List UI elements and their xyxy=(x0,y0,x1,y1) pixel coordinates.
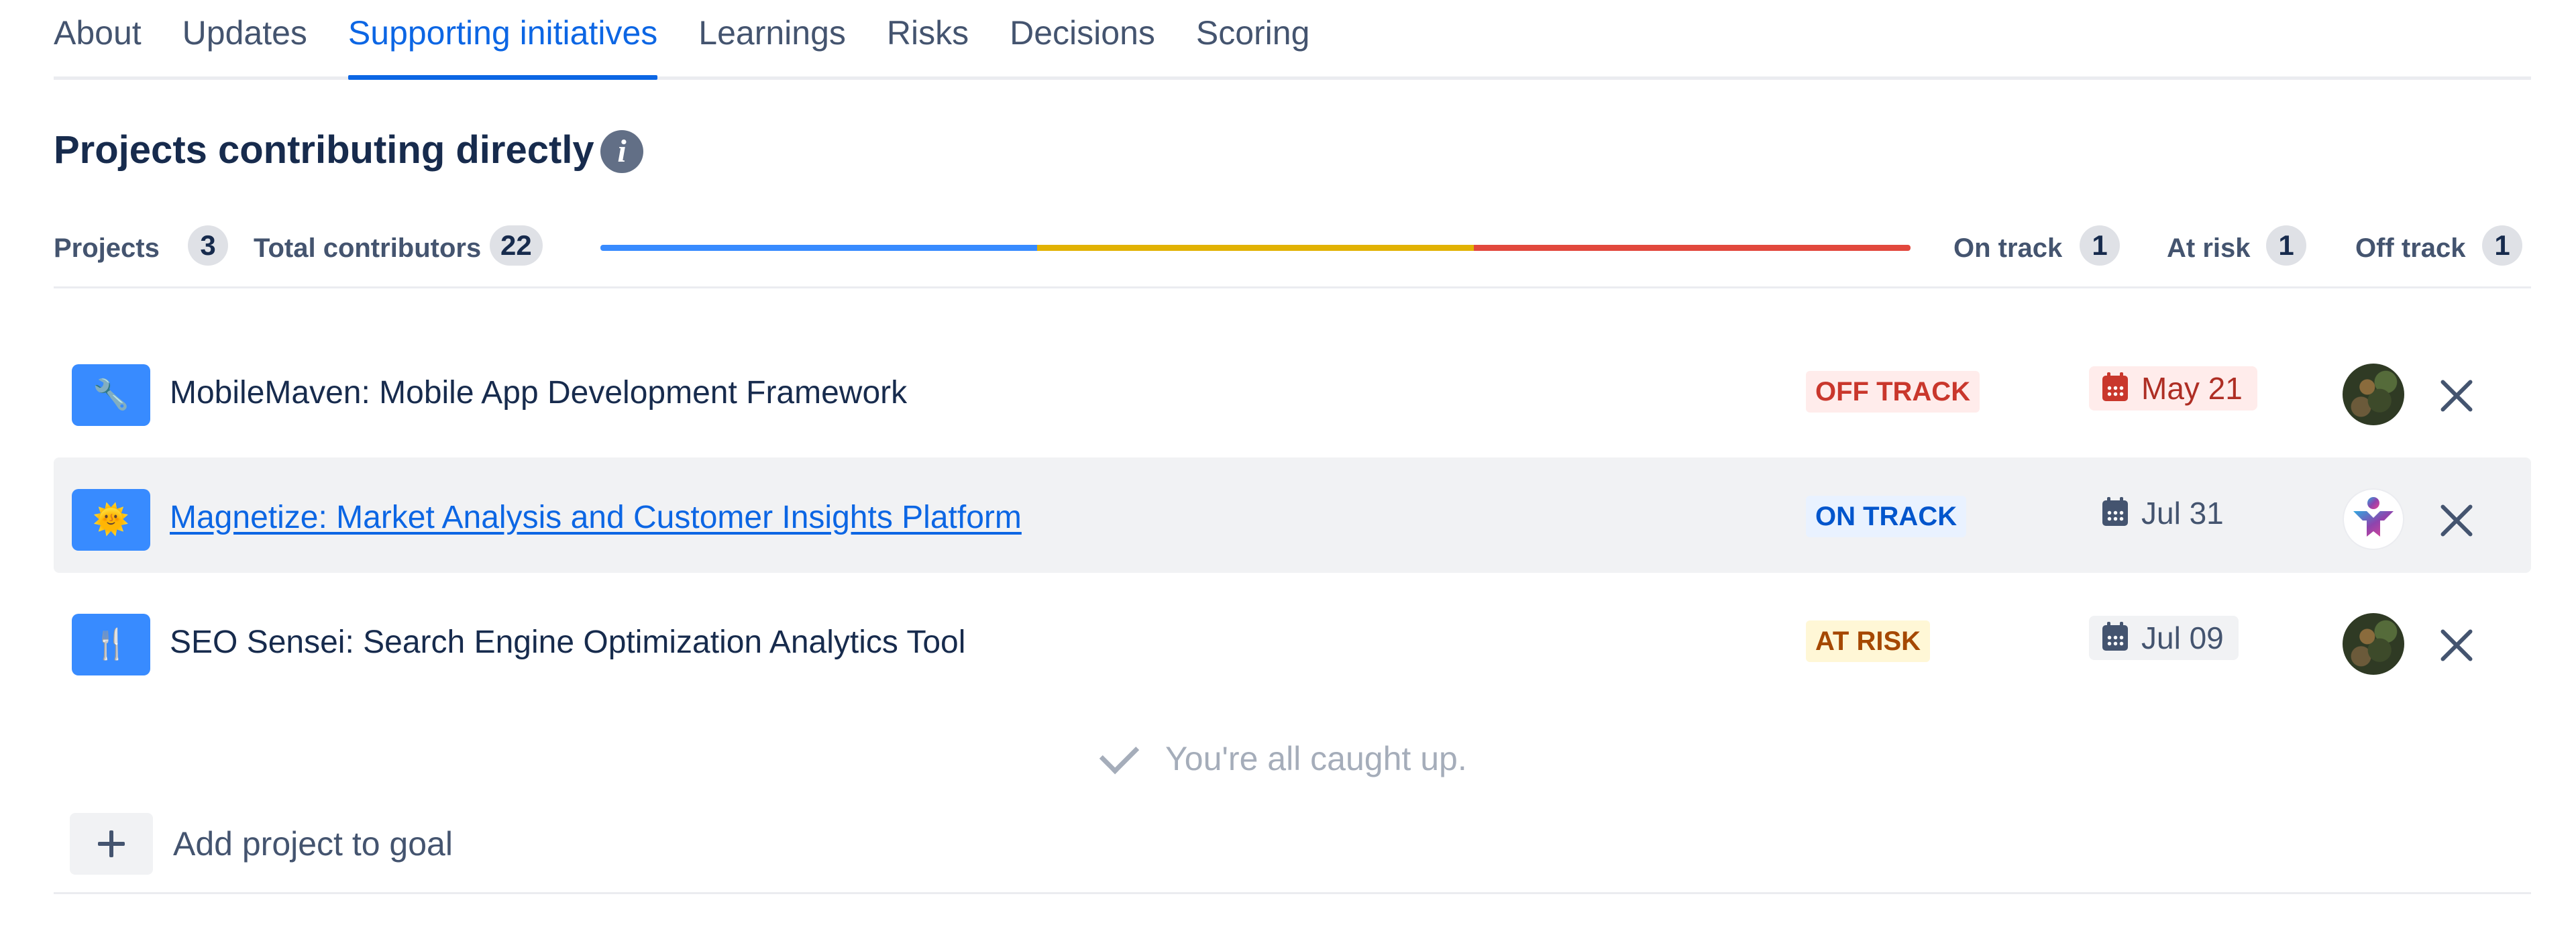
tab-scoring[interactable]: Scoring xyxy=(1196,0,1310,76)
add-project-button[interactable]: Add project to goal xyxy=(70,813,453,875)
goal-tabs: About Updates Supporting initiatives Lea… xyxy=(54,0,2531,80)
plus-icon[interactable] xyxy=(70,813,153,875)
project-name[interactable]: SEO Sensei: Search Engine Optimization A… xyxy=(170,624,965,661)
project-row[interactable]: 🌞 Magnetize: Market Analysis and Custome… xyxy=(54,457,2531,573)
due-date-text: Jul 09 xyxy=(2141,620,2224,655)
tab-learnings[interactable]: Learnings xyxy=(698,0,846,76)
projects-count-badge: 3 xyxy=(188,225,228,266)
caught-up-message: You're all caught up. xyxy=(1097,734,1467,782)
due-date-chip[interactable]: Jul 31 xyxy=(2089,491,2239,535)
tab-supporting-initiatives[interactable]: Supporting initiatives xyxy=(347,0,658,80)
summary-divider xyxy=(54,286,2531,288)
progress-segment-on-track xyxy=(600,245,1037,251)
tab-about[interactable]: About xyxy=(54,0,142,76)
check-icon xyxy=(1099,734,1140,774)
tab-decisions[interactable]: Decisions xyxy=(1010,0,1155,76)
remove-project-button[interactable] xyxy=(2432,496,2481,545)
team-logo-icon xyxy=(2353,497,2394,537)
remove-project-button[interactable] xyxy=(2432,621,2481,669)
status-lozenge-off-track: OFF TRACK xyxy=(1806,371,1980,413)
project-row[interactable]: 🍴 SEO Sensei: Search Engine Optimization… xyxy=(54,582,2531,698)
avatar[interactable] xyxy=(2343,488,2404,550)
progress-segment-off-track xyxy=(1473,245,1911,251)
wrench-icon: 🔧 xyxy=(72,364,150,426)
bottom-divider xyxy=(54,892,2531,894)
due-date-chip[interactable]: May 21 xyxy=(2089,366,2257,411)
projects-label: Projects xyxy=(54,233,160,263)
section-title: Projects contributing directly xyxy=(54,128,594,172)
caught-up-text: You're all caught up. xyxy=(1165,740,1467,777)
calendar-icon xyxy=(2102,497,2128,526)
status-lozenge-on-track: ON TRACK xyxy=(1806,496,1967,537)
project-row[interactable]: 🔧 MobileMaven: Mobile App Development Fr… xyxy=(54,333,2531,448)
contribution-summary: Projects 3 Total contributors 22 On trac… xyxy=(54,221,2531,270)
on-track-label: On track xyxy=(1953,233,2063,263)
total-contributors-count-badge: 22 xyxy=(490,225,543,266)
due-date-text: Jul 31 xyxy=(2141,496,2224,531)
at-risk-label: At risk xyxy=(2167,233,2251,263)
calendar-icon xyxy=(2102,622,2128,651)
due-date-chip[interactable]: Jul 09 xyxy=(2089,616,2239,660)
project-name-link[interactable]: Magnetize: Market Analysis and Customer … xyxy=(170,499,1022,536)
due-date-text: May 21 xyxy=(2141,371,2243,406)
tab-updates[interactable]: Updates xyxy=(182,0,307,76)
avatar[interactable] xyxy=(2343,613,2404,675)
info-icon[interactable]: i xyxy=(600,130,643,173)
add-project-label[interactable]: Add project to goal xyxy=(173,824,453,863)
sun-icon: 🌞 xyxy=(72,489,150,551)
project-name[interactable]: MobileMaven: Mobile App Development Fram… xyxy=(170,374,907,411)
at-risk-count-badge: 1 xyxy=(2266,225,2306,266)
status-lozenge-at-risk: AT RISK xyxy=(1806,620,1931,662)
tab-risks[interactable]: Risks xyxy=(887,0,969,76)
off-track-count-badge: 1 xyxy=(2482,225,2522,266)
status-progress-bar xyxy=(600,245,1911,251)
off-track-label: Off track xyxy=(2355,233,2466,263)
on-track-count-badge: 1 xyxy=(2080,225,2120,266)
supporting-initiatives-page: About Updates Supporting initiatives Lea… xyxy=(0,0,2576,925)
fork-knife-icon: 🍴 xyxy=(72,614,150,675)
total-contributors-label: Total contributors xyxy=(254,233,482,263)
remove-project-button[interactable] xyxy=(2432,372,2481,420)
calendar-icon xyxy=(2102,372,2128,401)
progress-segment-at-risk xyxy=(1036,245,1474,251)
avatar[interactable] xyxy=(2343,364,2404,425)
